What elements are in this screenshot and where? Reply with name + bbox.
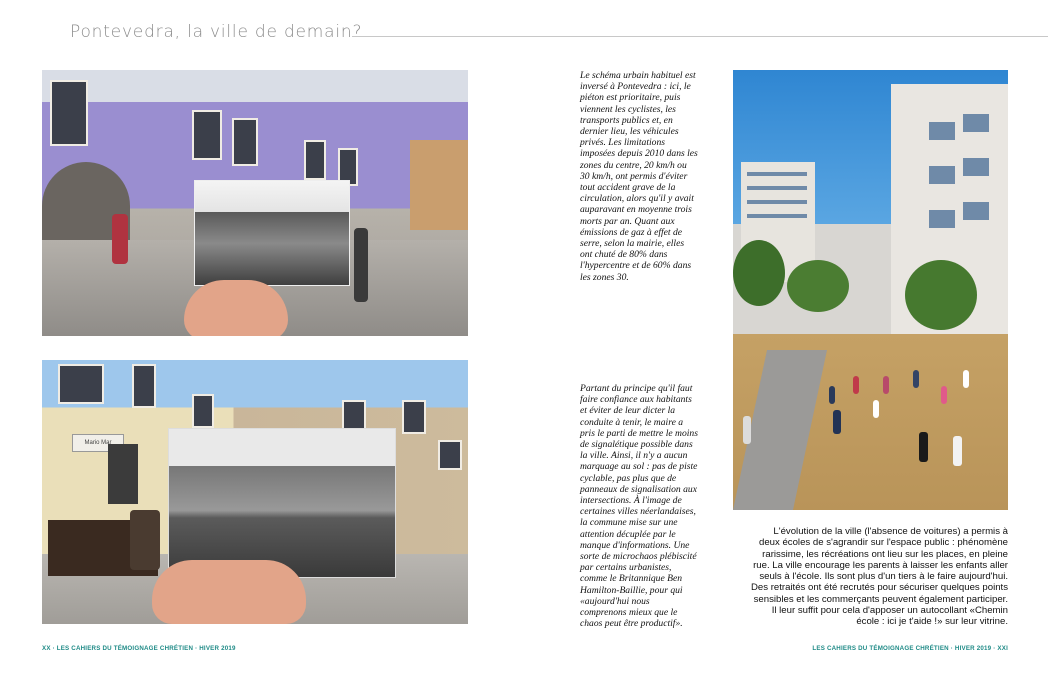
article-column-2: Partant du principe qu'il faut faire con… [580, 383, 698, 630]
folio-right: LES CAHIERS DU TÉMOIGNAGE CHRÉTIEN · HIV… [812, 645, 1008, 652]
header-rule [352, 36, 1048, 37]
photo-caption: L'évolution de la ville (l'absence de vo… [750, 526, 1008, 628]
folio-left: XX · LES CAHIERS DU TÉMOIGNAGE CHRÉTIEN … [42, 645, 236, 652]
photo-school-recess [733, 70, 1008, 510]
photo-street-then-now: Mario Mar [42, 360, 468, 624]
page-title: Pontevedra, la ville de demain? [70, 22, 363, 42]
photo-square-then-now [42, 70, 468, 336]
article-column-1: Le schéma urbain habituel est inversé à … [580, 70, 698, 283]
